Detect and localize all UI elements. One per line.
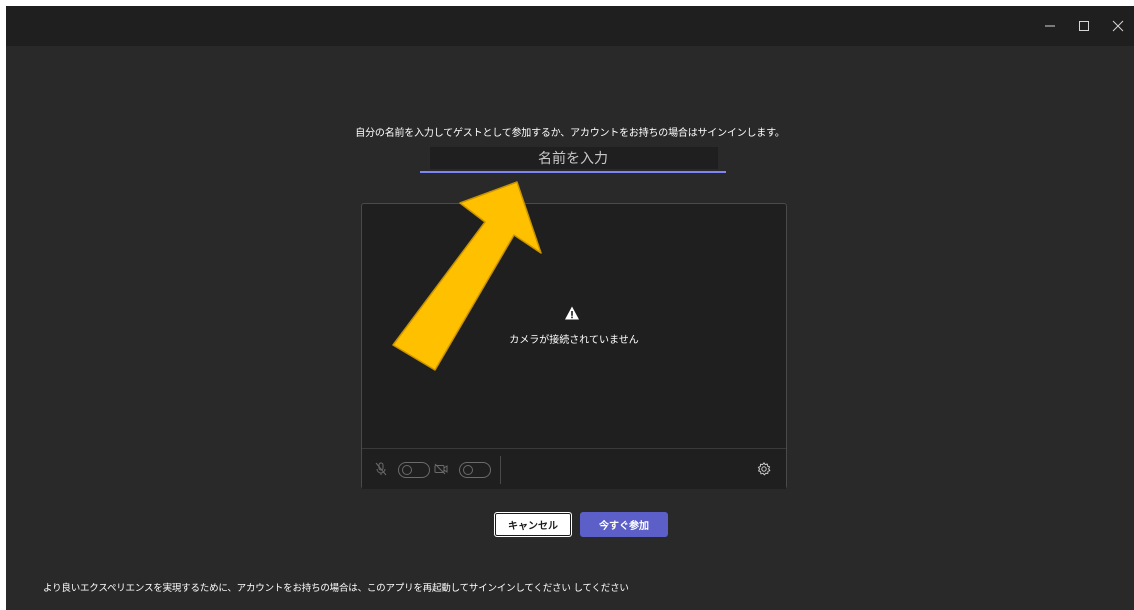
cancel-button[interactable]: キャンセル [494, 512, 572, 537]
close-icon[interactable] [1104, 6, 1132, 46]
footer-sign-in-hint: より良いエクスペリエンスを実現するために、アカウントをお持ちの場合は、このアプリ… [43, 583, 629, 594]
camera-status-message: カメラが接続されていません [509, 335, 639, 346]
mic-toggle[interactable] [398, 462, 430, 478]
video-preview: カメラが接続されていません [361, 203, 787, 489]
mic-off-icon[interactable] [373, 461, 389, 481]
gear-icon[interactable] [756, 461, 772, 481]
maximize-icon[interactable] [1070, 6, 1098, 46]
camera-toggle[interactable] [459, 462, 491, 478]
preview-controls-bar [362, 448, 786, 489]
join-now-button[interactable]: 今すぐ参加 [580, 512, 668, 537]
app-window: 自分の名前を入力してゲストとして参加するか、アカウントをお持ちの場合はサインイン… [6, 6, 1134, 610]
warning-icon [564, 305, 580, 321]
title-bar [6, 6, 1134, 46]
mic-toggle-knob [402, 465, 412, 475]
join-prompt-text: 自分の名前を入力してゲストとして参加するか、アカウントをお持ちの場合はサインイン… [355, 128, 785, 139]
name-input[interactable] [420, 146, 726, 171]
camera-off-icon[interactable] [433, 461, 449, 481]
camera-toggle-knob [463, 465, 473, 475]
controls-divider [500, 456, 501, 484]
minimize-icon[interactable] [1036, 6, 1064, 46]
name-field[interactable] [420, 146, 726, 173]
